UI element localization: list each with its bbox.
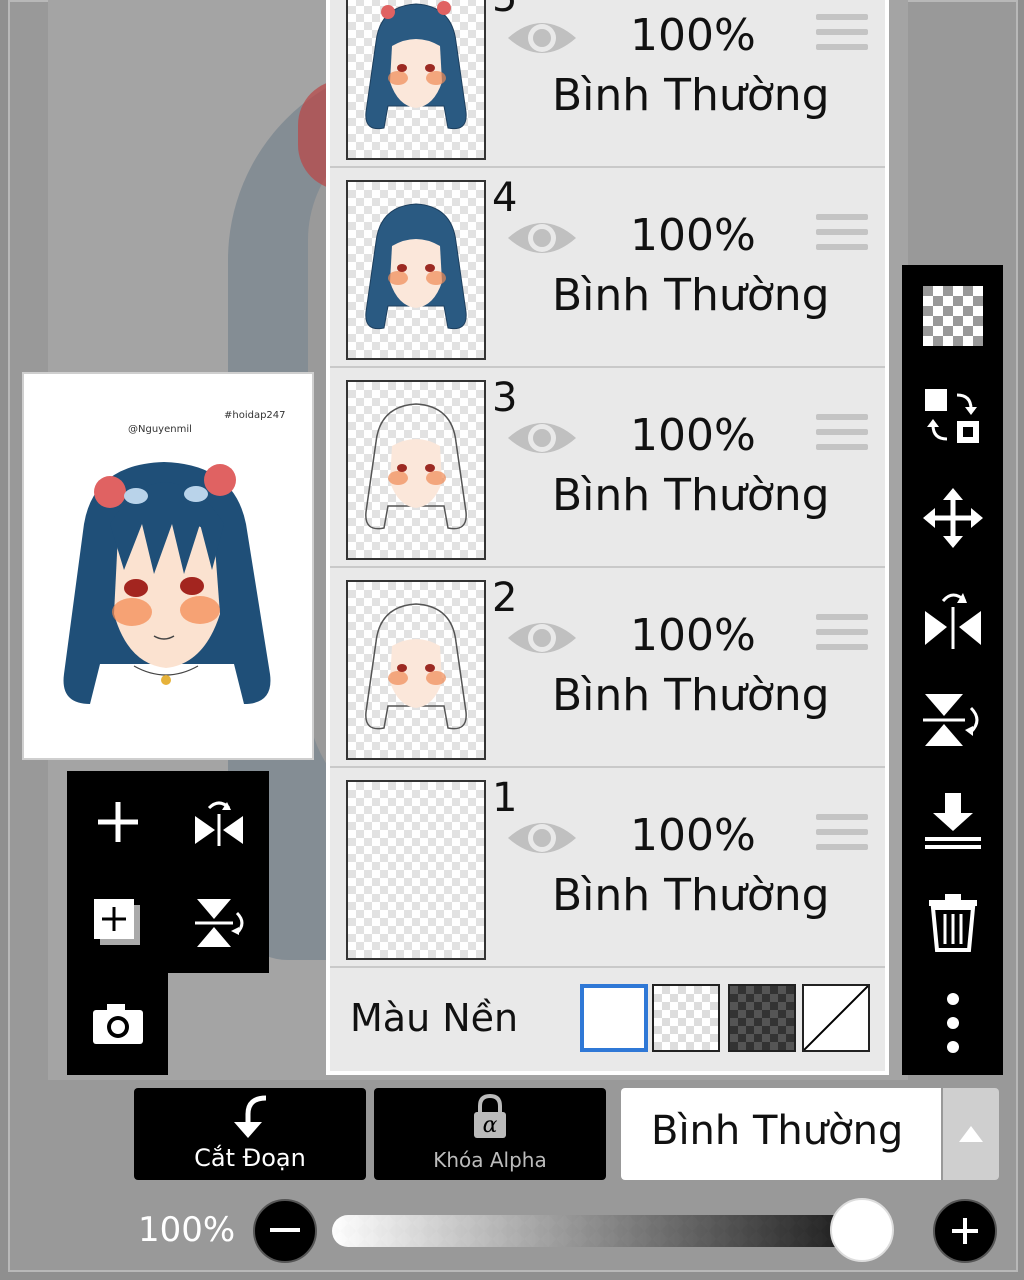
layer-number: 4	[492, 175, 518, 221]
layer-opacity[interactable]: 100%	[630, 811, 756, 860]
alpha-lock-label: Khóa Alpha	[433, 1148, 547, 1172]
layer-thumbnail[interactable]	[346, 780, 486, 960]
layer-thumbnail-art	[365, 203, 467, 330]
import-photo-button[interactable]	[67, 973, 168, 1074]
drag-handle-icon[interactable]	[816, 414, 868, 458]
layer-row[interactable]: 5100%Bình Thường	[330, 0, 885, 168]
alpha-lock-button[interactable]: α Khóa Alpha	[374, 1088, 606, 1180]
layer-thumbnail-art	[365, 603, 467, 730]
background-dark-swatch[interactable]	[728, 984, 796, 1052]
layers-panel: 5100%Bình Thường4100%Bình Thường3100%Bìn…	[326, 0, 889, 1075]
layer-opacity[interactable]: 100%	[630, 211, 756, 260]
lock-icon: α	[474, 1094, 506, 1138]
opacity-increase-button[interactable]	[933, 1199, 997, 1263]
drag-handle-icon[interactable]	[816, 214, 868, 258]
merge-down-button[interactable]	[902, 770, 1003, 871]
layer-blend-mode[interactable]: Bình Thường	[552, 71, 830, 120]
move-layer-button[interactable]	[902, 467, 1003, 568]
left-toolbar	[67, 771, 269, 1075]
layer-number: 3	[492, 375, 518, 421]
visibility-eye-icon[interactable]	[506, 414, 578, 462]
layer-opacity[interactable]: 100%	[630, 611, 756, 660]
preview-watermark-right: #hoidap247	[224, 410, 286, 421]
layer-opacity[interactable]: 100%	[630, 11, 756, 60]
camera-icon	[92, 1003, 143, 1044]
minus-icon	[270, 1228, 300, 1232]
clip-arrow-icon	[234, 1095, 267, 1138]
swap-layer-button[interactable]	[902, 366, 1003, 467]
flip-horizontal-icon	[194, 801, 243, 846]
visibility-eye-icon[interactable]	[506, 214, 578, 262]
more-options-button[interactable]	[902, 972, 1003, 1073]
more-icon	[946, 992, 959, 1053]
background-transparent-swatch[interactable]	[652, 984, 720, 1052]
flip-layer-horizontal-button[interactable]	[168, 771, 269, 872]
layer-blend-mode[interactable]: Bình Thường	[552, 871, 830, 920]
layer-row[interactable]: 3 100% Bình Thường	[330, 370, 885, 568]
opacity-decrease-button[interactable]	[253, 1199, 317, 1263]
delete-layer-button[interactable]	[902, 871, 1003, 972]
trash-icon	[928, 893, 977, 952]
flip-horizontal-button[interactable]	[902, 568, 1003, 669]
blend-mode-value: Bình Thường	[651, 1108, 904, 1154]
layer-thumbnail[interactable]	[346, 380, 486, 560]
visibility-eye-icon[interactable]	[506, 814, 578, 862]
preview-watermark-left: @Nguyenmil	[128, 424, 192, 435]
layer-number: 2	[492, 575, 518, 621]
swap-icon	[924, 388, 979, 443]
flip-vertical-icon	[194, 898, 243, 947]
blend-mode-dropdown-button[interactable]	[943, 1088, 999, 1180]
background-color-label: Màu Nền	[350, 996, 519, 1040]
opacity-slider[interactable]	[332, 1215, 892, 1247]
reference-preview[interactable]: @Nguyenmil #hoidap247	[22, 372, 314, 760]
diagonal-slash-icon	[804, 986, 868, 1050]
transparency-button[interactable]	[902, 265, 1003, 366]
clipping-button[interactable]: Cắt Đoạn	[134, 1088, 366, 1180]
flip-vertical-button[interactable]	[902, 669, 1003, 770]
layer-blend-mode[interactable]: Bình Thường	[552, 671, 830, 720]
flip-vertical-icon	[922, 693, 978, 746]
layer-blend-mode[interactable]: Bình Thường	[552, 471, 830, 520]
right-toolbar	[902, 265, 1003, 1075]
add-copy-layer-icon	[93, 898, 140, 945]
background-color-row: Màu Nền	[330, 968, 885, 1071]
layer-thumbnail[interactable]	[346, 0, 486, 160]
svg-text:α: α	[483, 1113, 498, 1138]
layer-row[interactable]: 2 100% Bình Thường	[330, 570, 885, 768]
merge-down-icon	[924, 792, 981, 849]
plus-icon	[952, 1218, 978, 1244]
flip-horizontal-icon	[924, 592, 981, 649]
opacity-slider-thumb[interactable]	[830, 1198, 894, 1262]
drag-handle-icon[interactable]	[816, 814, 868, 858]
opacity-readout: 100%	[138, 1210, 236, 1250]
visibility-eye-icon[interactable]	[506, 614, 578, 662]
background-white-swatch[interactable]	[580, 984, 648, 1052]
flip-layer-vertical-button[interactable]	[168, 872, 269, 973]
clipping-label: Cắt Đoạn	[194, 1144, 306, 1172]
background-none-swatch[interactable]	[802, 984, 870, 1052]
add-layer-icon	[97, 801, 138, 842]
copy-layer-button[interactable]	[67, 872, 168, 973]
preview-illustration: @Nguyenmil #hoidap247	[63, 410, 286, 704]
add-layer-button[interactable]	[67, 771, 168, 872]
drag-handle-icon[interactable]	[816, 614, 868, 658]
drag-handle-icon[interactable]	[816, 14, 868, 58]
blend-mode-select[interactable]: Bình Thường	[621, 1088, 941, 1180]
layer-number: 1	[492, 775, 518, 821]
layer-thumbnail[interactable]	[346, 180, 486, 360]
transparency-icon	[922, 285, 983, 346]
layer-row[interactable]: 1 100% Bình Thường	[330, 770, 885, 968]
layer-thumbnail-art	[365, 403, 467, 530]
layer-thumbnail-art	[365, 1, 467, 130]
layer-thumbnail[interactable]	[346, 580, 486, 760]
move-icon	[922, 487, 983, 548]
layer-opacity[interactable]: 100%	[630, 411, 756, 460]
triangle-up-icon	[959, 1126, 983, 1142]
visibility-eye-icon[interactable]	[506, 14, 578, 62]
layer-blend-mode[interactable]: Bình Thường	[552, 271, 830, 320]
layer-row[interactable]: 4 100% Bình Thường	[330, 170, 885, 368]
